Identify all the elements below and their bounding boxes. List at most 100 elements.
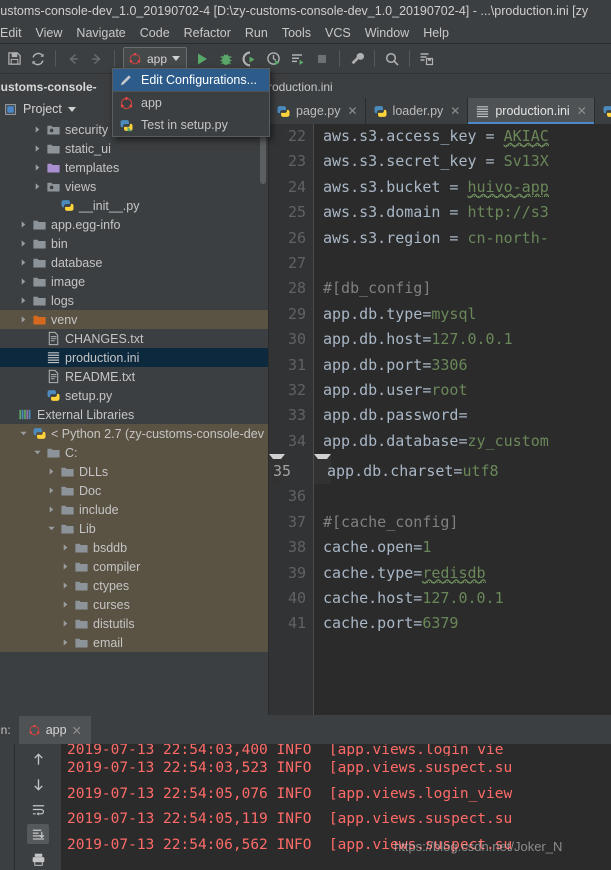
run-tab-app[interactable]: app ✕ bbox=[18, 716, 92, 744]
project-chevron-down-icon[interactable] bbox=[67, 106, 76, 112]
menu-item-vcs[interactable]: VCS bbox=[318, 24, 358, 42]
run-icon[interactable] bbox=[191, 48, 213, 70]
code-line[interactable]: aws.s3.bucket = huivo-app bbox=[314, 175, 611, 200]
chevron-right-icon[interactable] bbox=[18, 276, 29, 287]
chevron-down-icon[interactable] bbox=[172, 56, 181, 61]
scroll-to-end-icon[interactable] bbox=[27, 824, 49, 844]
tree-item-compiler[interactable]: compiler bbox=[0, 557, 268, 576]
tree-item-curses[interactable]: curses bbox=[0, 595, 268, 614]
run-coverage-icon[interactable] bbox=[239, 48, 261, 70]
code-line[interactable]: app.db.type=mysql bbox=[314, 302, 611, 327]
editor-tab-production-ini[interactable]: production.ini ✕ bbox=[468, 98, 595, 124]
back-arrow-icon[interactable] bbox=[62, 48, 84, 70]
code-line[interactable]: app.db.charset=utf8 bbox=[314, 454, 499, 485]
tree-item-c-[interactable]: C: bbox=[0, 443, 268, 462]
chevron-right-icon[interactable] bbox=[60, 618, 71, 629]
code-line[interactable]: #[cache_config] bbox=[314, 510, 611, 535]
code-line[interactable] bbox=[314, 484, 611, 509]
code-line[interactable]: app.db.password= bbox=[314, 403, 611, 428]
close-icon[interactable]: ✕ bbox=[450, 104, 460, 118]
chevron-right-icon[interactable] bbox=[46, 504, 57, 515]
tree-item-logs[interactable]: logs bbox=[0, 291, 268, 310]
tree-item-external-libraries[interactable]: External Libraries bbox=[0, 405, 268, 424]
tree-item-venv[interactable]: venv bbox=[0, 310, 268, 329]
print-icon[interactable] bbox=[27, 849, 49, 869]
tree-item-bsddb[interactable]: bsddb bbox=[0, 538, 268, 557]
console-output[interactable]: 2019-07-13 22:54:03,400 INFO [app.views.… bbox=[61, 744, 611, 870]
save-all-icon[interactable] bbox=[3, 48, 25, 70]
chevron-right-icon[interactable] bbox=[32, 181, 43, 192]
menu-item-tools[interactable]: Tools bbox=[275, 24, 318, 42]
code-line[interactable]: aws.s3.region = cn-north- bbox=[314, 226, 611, 251]
editor-tab-page-py[interactable]: page.py ✕ bbox=[269, 98, 366, 124]
code-line[interactable]: cache.type=redisdb bbox=[314, 561, 611, 586]
profile-icon[interactable] bbox=[263, 48, 285, 70]
chevron-right-icon[interactable] bbox=[60, 599, 71, 610]
chevron-down-icon[interactable] bbox=[18, 428, 29, 439]
sync-icon[interactable] bbox=[27, 48, 49, 70]
tree-item-lib[interactable]: Lib bbox=[0, 519, 268, 538]
close-icon[interactable]: ✕ bbox=[347, 104, 357, 118]
run-config-menu-item-test-in-setup-py[interactable]: Test in setup.py bbox=[113, 114, 269, 136]
tree-item-app-egg-info[interactable]: app.egg-info bbox=[0, 215, 268, 234]
chevron-right-icon[interactable] bbox=[18, 257, 29, 268]
tree-item-production-ini[interactable]: production.ini bbox=[0, 348, 268, 367]
menu-item-edit[interactable]: Edit bbox=[0, 24, 29, 42]
code-line[interactable]: cache.open=1 bbox=[314, 535, 611, 560]
menu-item-navigate[interactable]: Navigate bbox=[69, 24, 132, 42]
editor-tab-overflow[interactable] bbox=[594, 98, 611, 124]
database-icon[interactable] bbox=[416, 48, 438, 70]
chevron-right-icon[interactable] bbox=[18, 219, 29, 230]
run-config-menu-item-edit-configurations-[interactable]: Edit Configurations... bbox=[113, 69, 269, 91]
chevron-right-icon[interactable] bbox=[18, 314, 29, 325]
code-line[interactable]: cache.host=127.0.0.1 bbox=[314, 586, 611, 611]
run-configuration-selector[interactable]: app bbox=[123, 46, 188, 71]
menu-item-refactor[interactable]: Refactor bbox=[177, 24, 238, 42]
code-line[interactable]: app.db.port=3306 bbox=[314, 353, 611, 378]
chevron-right-icon[interactable] bbox=[60, 580, 71, 591]
chevron-right-icon[interactable] bbox=[32, 143, 43, 154]
code-line[interactable]: aws.s3.domain = http://s3 bbox=[314, 200, 611, 225]
chevron-down-icon[interactable] bbox=[32, 447, 43, 458]
tree-item-views[interactable]: views bbox=[0, 177, 268, 196]
code-line[interactable]: aws.s3.access_key = AKIAC bbox=[314, 124, 611, 149]
chevron-right-icon[interactable] bbox=[32, 124, 43, 135]
close-icon[interactable]: ✕ bbox=[72, 723, 82, 738]
tree-item-readme-txt[interactable]: README.txt bbox=[0, 367, 268, 386]
menu-item-window[interactable]: Window bbox=[358, 24, 416, 42]
menu-item-view[interactable]: View bbox=[29, 24, 70, 42]
tree-item-templates[interactable]: templates bbox=[0, 158, 268, 177]
tree-item--init-py[interactable]: __init__.py bbox=[0, 196, 268, 215]
search-icon[interactable] bbox=[381, 48, 403, 70]
close-icon[interactable]: ✕ bbox=[577, 104, 587, 118]
tree-item-bin[interactable]: bin bbox=[0, 234, 268, 253]
chevron-right-icon[interactable] bbox=[46, 466, 57, 477]
menu-item-run[interactable]: Run bbox=[238, 24, 275, 42]
tree-item-dlls[interactable]: DLLs bbox=[0, 462, 268, 481]
run-config-menu-item-app[interactable]: app bbox=[113, 91, 269, 114]
tree-item--python-2-7-zy-customs-console-dev[interactable]: < Python 2.7 (zy-customs-console-dev bbox=[0, 424, 268, 443]
code-area[interactable]: 22 23 24 25 26 27 28 29 30 31 32 33 34 35 36 37 38 39 40 41… bbox=[269, 124, 611, 715]
chevron-right-icon[interactable] bbox=[18, 238, 29, 249]
code-line[interactable]: app.db.user=root bbox=[314, 378, 611, 403]
stop-icon[interactable] bbox=[311, 48, 333, 70]
chevron-right-icon[interactable] bbox=[60, 542, 71, 553]
code-line[interactable] bbox=[314, 251, 611, 276]
tree-item-static-ui[interactable]: static_ui bbox=[0, 139, 268, 158]
tree-item-image[interactable]: image bbox=[0, 272, 268, 291]
code-line[interactable]: app.db.host=127.0.0.1 bbox=[314, 327, 611, 352]
chevron-down-icon[interactable] bbox=[46, 523, 57, 534]
up-arrow-icon[interactable] bbox=[27, 749, 49, 769]
chevron-right-icon[interactable] bbox=[18, 295, 29, 306]
tree-item-include[interactable]: include bbox=[0, 500, 268, 519]
down-arrow-icon[interactable] bbox=[27, 774, 49, 794]
chevron-right-icon[interactable] bbox=[60, 561, 71, 572]
debug-icon[interactable] bbox=[215, 48, 237, 70]
menu-item-code[interactable]: Code bbox=[133, 24, 177, 42]
tree-item-changes-txt[interactable]: CHANGES.txt bbox=[0, 329, 268, 348]
settings-wrench-icon[interactable] bbox=[346, 48, 368, 70]
tree-item-email[interactable]: email bbox=[0, 633, 268, 652]
editor-tab-loader-py[interactable]: loader.py ✕ bbox=[365, 98, 469, 124]
tree-item-doc[interactable]: Doc bbox=[0, 481, 268, 500]
chevron-right-icon[interactable] bbox=[32, 162, 43, 173]
